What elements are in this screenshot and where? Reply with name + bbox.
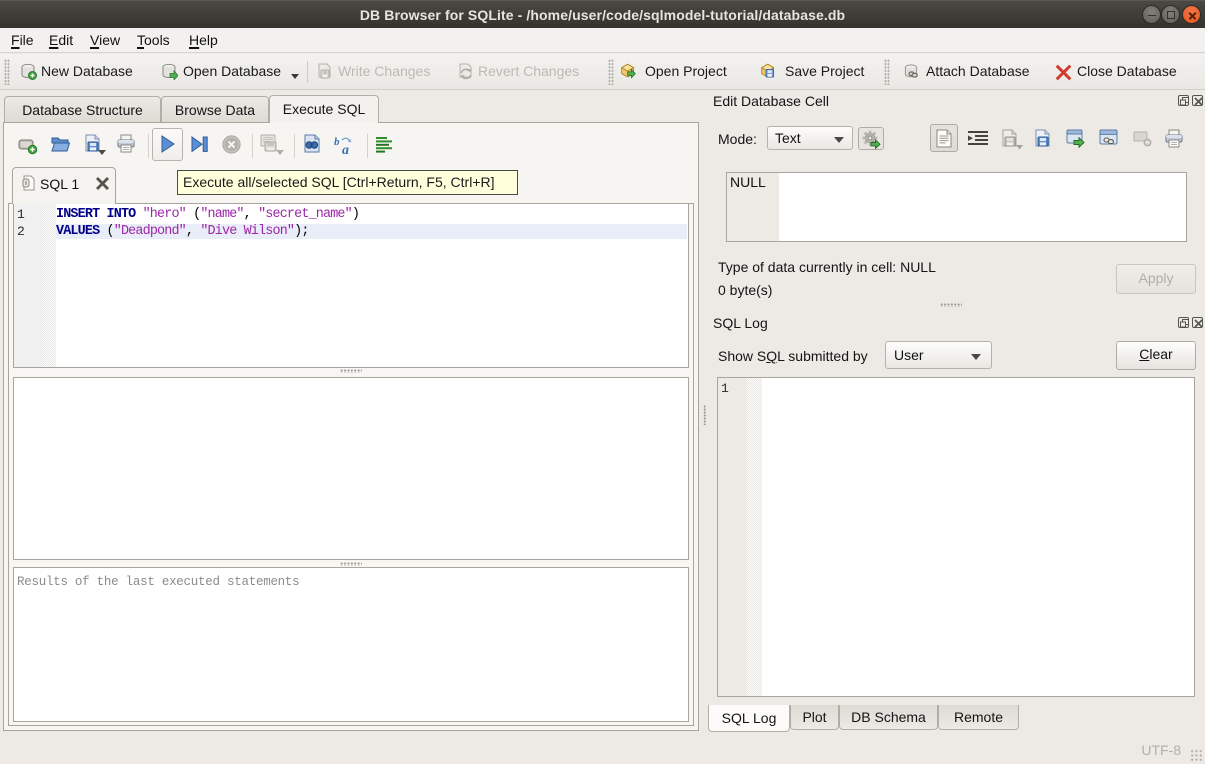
- svg-text:a: a: [342, 143, 349, 156]
- svg-text:b: b: [334, 136, 340, 148]
